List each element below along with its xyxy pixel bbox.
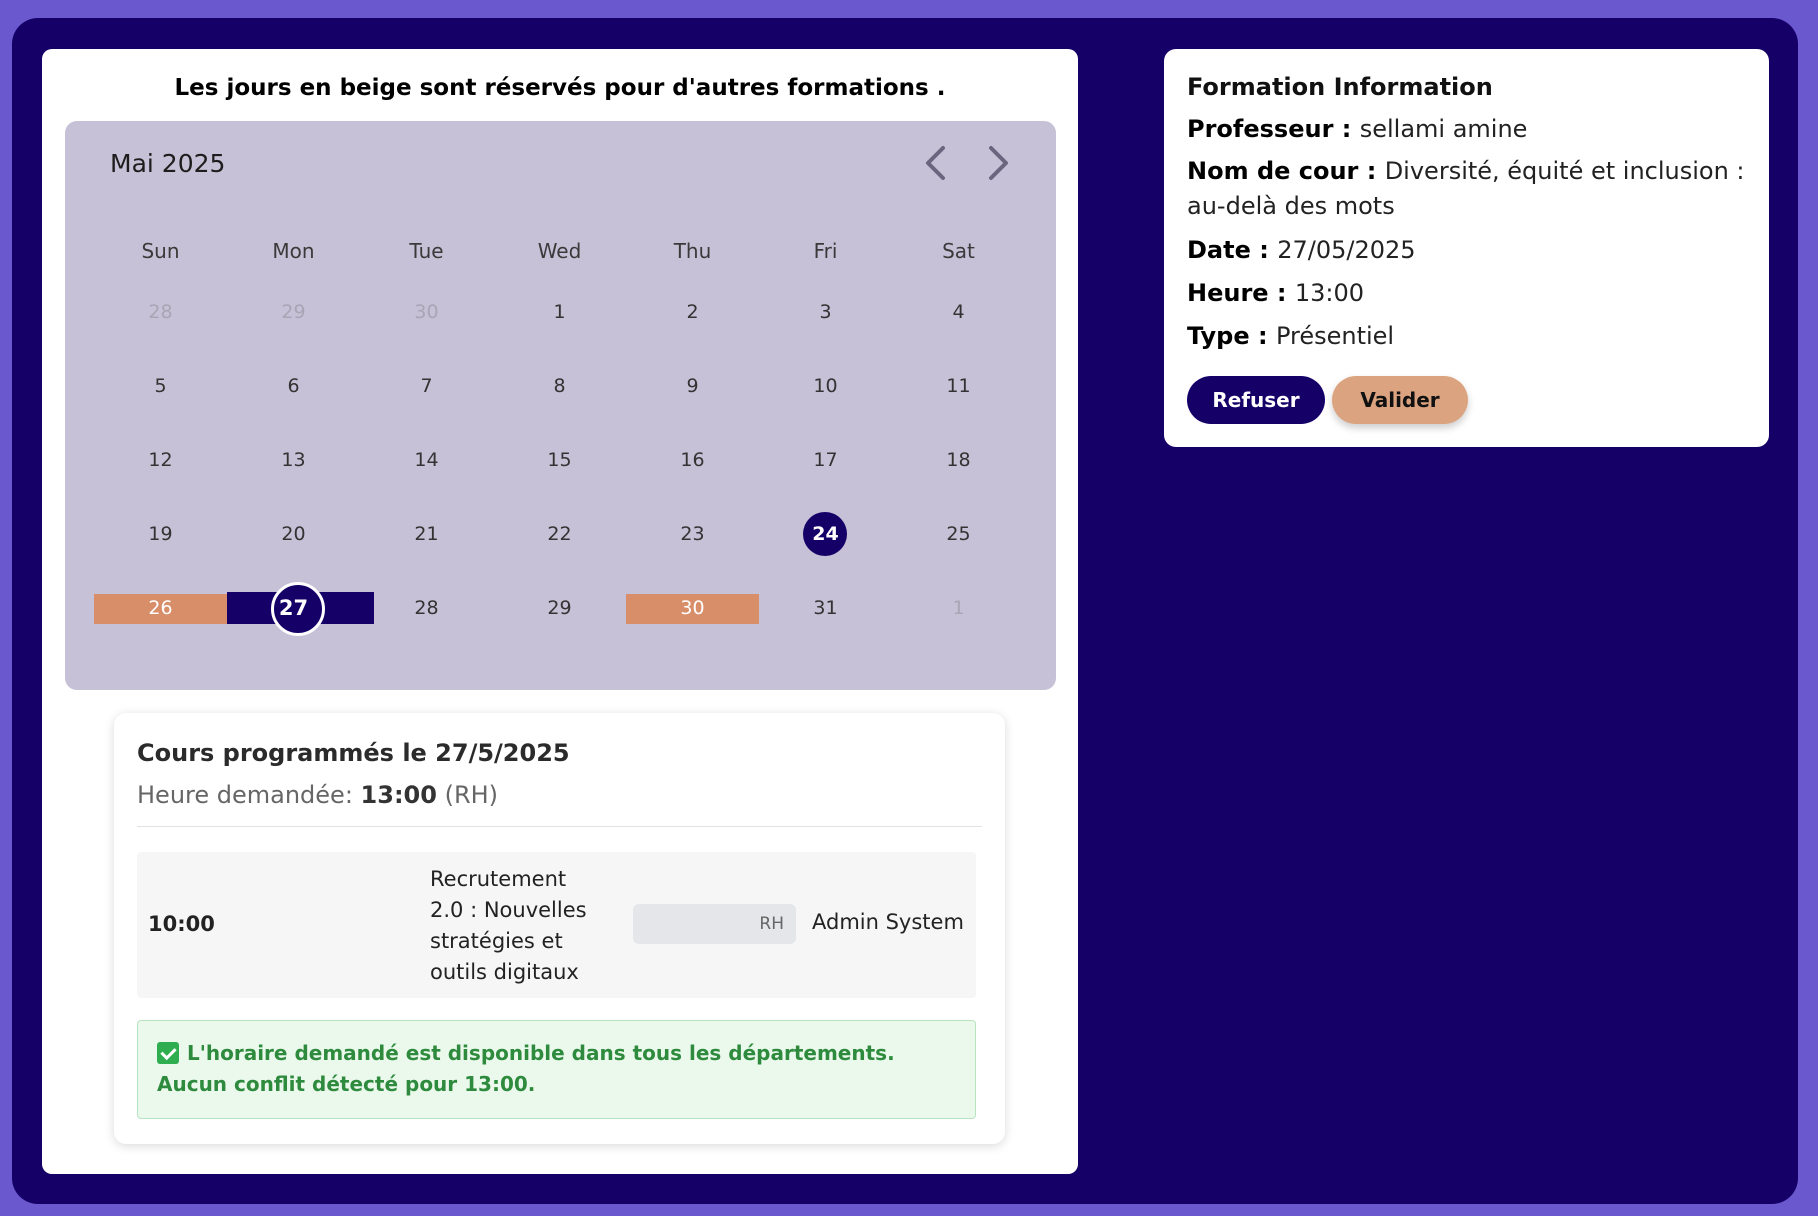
availability-message: L'horaire demandé est disponible dans to… <box>157 1041 895 1065</box>
calendar-day[interactable]: 30 <box>360 292 493 332</box>
calendar-day[interactable]: 18 <box>892 440 1025 480</box>
calendar-day[interactable]: 22 <box>493 514 626 554</box>
weekday-mon: Mon <box>272 239 315 263</box>
requested-time-prefix: Heure demandée: <box>137 781 361 809</box>
chevron-right-icon <box>989 146 1008 180</box>
calendar-day-number: 30 <box>680 597 705 619</box>
course-time: 10:00 <box>148 912 215 936</box>
calendar-day[interactable]: 13 <box>227 440 360 480</box>
calendar-day[interactable]: 5 <box>94 366 227 406</box>
calendar-day[interactable]: 10 <box>759 366 892 406</box>
professor-value: sellami amine <box>1359 115 1528 143</box>
calendar-day[interactable]: 15 <box>493 440 626 480</box>
calendar-day-number: 26 <box>148 597 173 619</box>
scheduled-courses-title: Cours programmés le 27/5/2025 <box>137 739 570 767</box>
calendar-day[interactable]: 12 <box>94 440 227 480</box>
calendar-day[interactable]: 14 <box>360 440 493 480</box>
calendar-panel: Les jours en beige sont réservés pour d'… <box>42 49 1078 1174</box>
course-title: Recrutement 2.0 : Nouvelles stratégies e… <box>430 867 587 984</box>
weekday-fri: Fri <box>813 239 838 263</box>
formation-info-card: Formation Information Professeur : sella… <box>1164 49 1769 447</box>
calendar-day[interactable]: 17 <box>759 440 892 480</box>
no-conflict-message: Aucun conflit détecté pour 13:00. <box>157 1072 536 1096</box>
requested-time-value: 13:00 <box>360 781 437 809</box>
calendar-day[interactable]: 11 <box>892 366 1025 406</box>
next-month-button[interactable] <box>979 143 1019 183</box>
calendar-day[interactable]: 2 <box>626 292 759 332</box>
calendar-day[interactable]: 21 <box>360 514 493 554</box>
weekday-wed: Wed <box>537 239 582 263</box>
validate-button[interactable]: Valider <box>1332 376 1468 424</box>
calendar-day[interactable]: 28 <box>94 292 227 332</box>
hour-line: Heure : 13:00 <box>1187 276 1747 311</box>
calendar-day[interactable]: 1 <box>892 588 1025 628</box>
course-name-line: Nom de cour : Diversité, équité et inclu… <box>1187 154 1747 224</box>
calendar-month-label: Mai 2025 <box>110 149 226 178</box>
info-title: Formation Information <box>1187 73 1493 101</box>
professor-label: Professeur : <box>1187 115 1360 143</box>
weekday-sun: Sun <box>141 239 180 263</box>
course-department-badge: RH <box>633 904 796 944</box>
calendar-day[interactable]: 29 <box>227 292 360 332</box>
calendar-day[interactable]: 6 <box>227 366 360 406</box>
calendar-day[interactable]: 7 <box>360 366 493 406</box>
calendar-day[interactable]: 3 <box>759 292 892 332</box>
date-line: Date : 27/05/2025 <box>1187 233 1747 268</box>
availability-text: L'horaire demandé est disponible dans to… <box>187 1041 895 1065</box>
reserved-days-notice: Les jours en beige sont réservés pour d'… <box>174 75 946 101</box>
type-value: Présentiel <box>1275 322 1395 350</box>
scheduled-courses-panel: Cours programmés le 27/5/2025 Heure dema… <box>114 713 1005 1144</box>
professor-line: Professeur : sellami amine <box>1187 112 1747 147</box>
hour-value: 13:00 <box>1294 279 1365 307</box>
calendar-day[interactable]: 19 <box>94 514 227 554</box>
calendar-day[interactable]: 16 <box>626 440 759 480</box>
calendar-day[interactable]: 9 <box>626 366 759 406</box>
calendar-day-selected[interactable]: 27 <box>227 582 374 636</box>
calendar-day-today[interactable]: 24 <box>759 512 892 556</box>
requested-time-line: Heure demandée: 13:00 (RH) <box>137 781 498 809</box>
calendar-day-number: 27 <box>278 596 309 620</box>
course-owner: Admin System <box>812 910 964 934</box>
date-value: 27/05/2025 <box>1277 236 1416 264</box>
type-line: Type : Présentiel <box>1187 319 1747 354</box>
calendar-day-number: 24 <box>812 523 839 545</box>
weekday-thu: Thu <box>673 239 712 263</box>
refuse-button[interactable]: Refuser <box>1187 376 1325 424</box>
weekday-sat: Sat <box>942 239 975 263</box>
checkbox-check-icon <box>157 1042 179 1064</box>
chevron-left-icon <box>926 146 945 180</box>
calendar: Mai 2025 Sun Mon Tue Wed Thu Fri Sat 28 … <box>65 121 1056 690</box>
calendar-day[interactable]: 29 <box>493 588 626 628</box>
calendar-day[interactable]: 8 <box>493 366 626 406</box>
weekday-tue: Tue <box>409 239 444 263</box>
type-label: Type : <box>1187 322 1276 350</box>
calendar-day[interactable]: 4 <box>892 292 1025 332</box>
calendar-day[interactable]: 1 <box>493 292 626 332</box>
previous-month-button[interactable] <box>915 143 955 183</box>
calendar-day[interactable]: 28 <box>360 588 493 628</box>
calendar-day-reserved[interactable]: 26 <box>94 588 227 628</box>
calendar-day-reserved[interactable]: 30 <box>626 588 759 628</box>
calendar-day[interactable]: 25 <box>892 514 1025 554</box>
hour-label: Heure : <box>1187 279 1295 307</box>
requested-time-suffix: (RH) <box>436 781 499 809</box>
date-label: Date : <box>1187 236 1278 264</box>
divider <box>137 826 982 827</box>
calendar-day[interactable]: 31 <box>759 588 892 628</box>
availability-status: L'horaire demandé est disponible dans to… <box>137 1020 976 1119</box>
calendar-day[interactable]: 23 <box>626 514 759 554</box>
course-name-label: Nom de cour : <box>1187 157 1385 185</box>
course-row: 10:00 Recrutement 2.0 : Nouvelles straté… <box>137 852 976 998</box>
calendar-day[interactable]: 20 <box>227 514 360 554</box>
